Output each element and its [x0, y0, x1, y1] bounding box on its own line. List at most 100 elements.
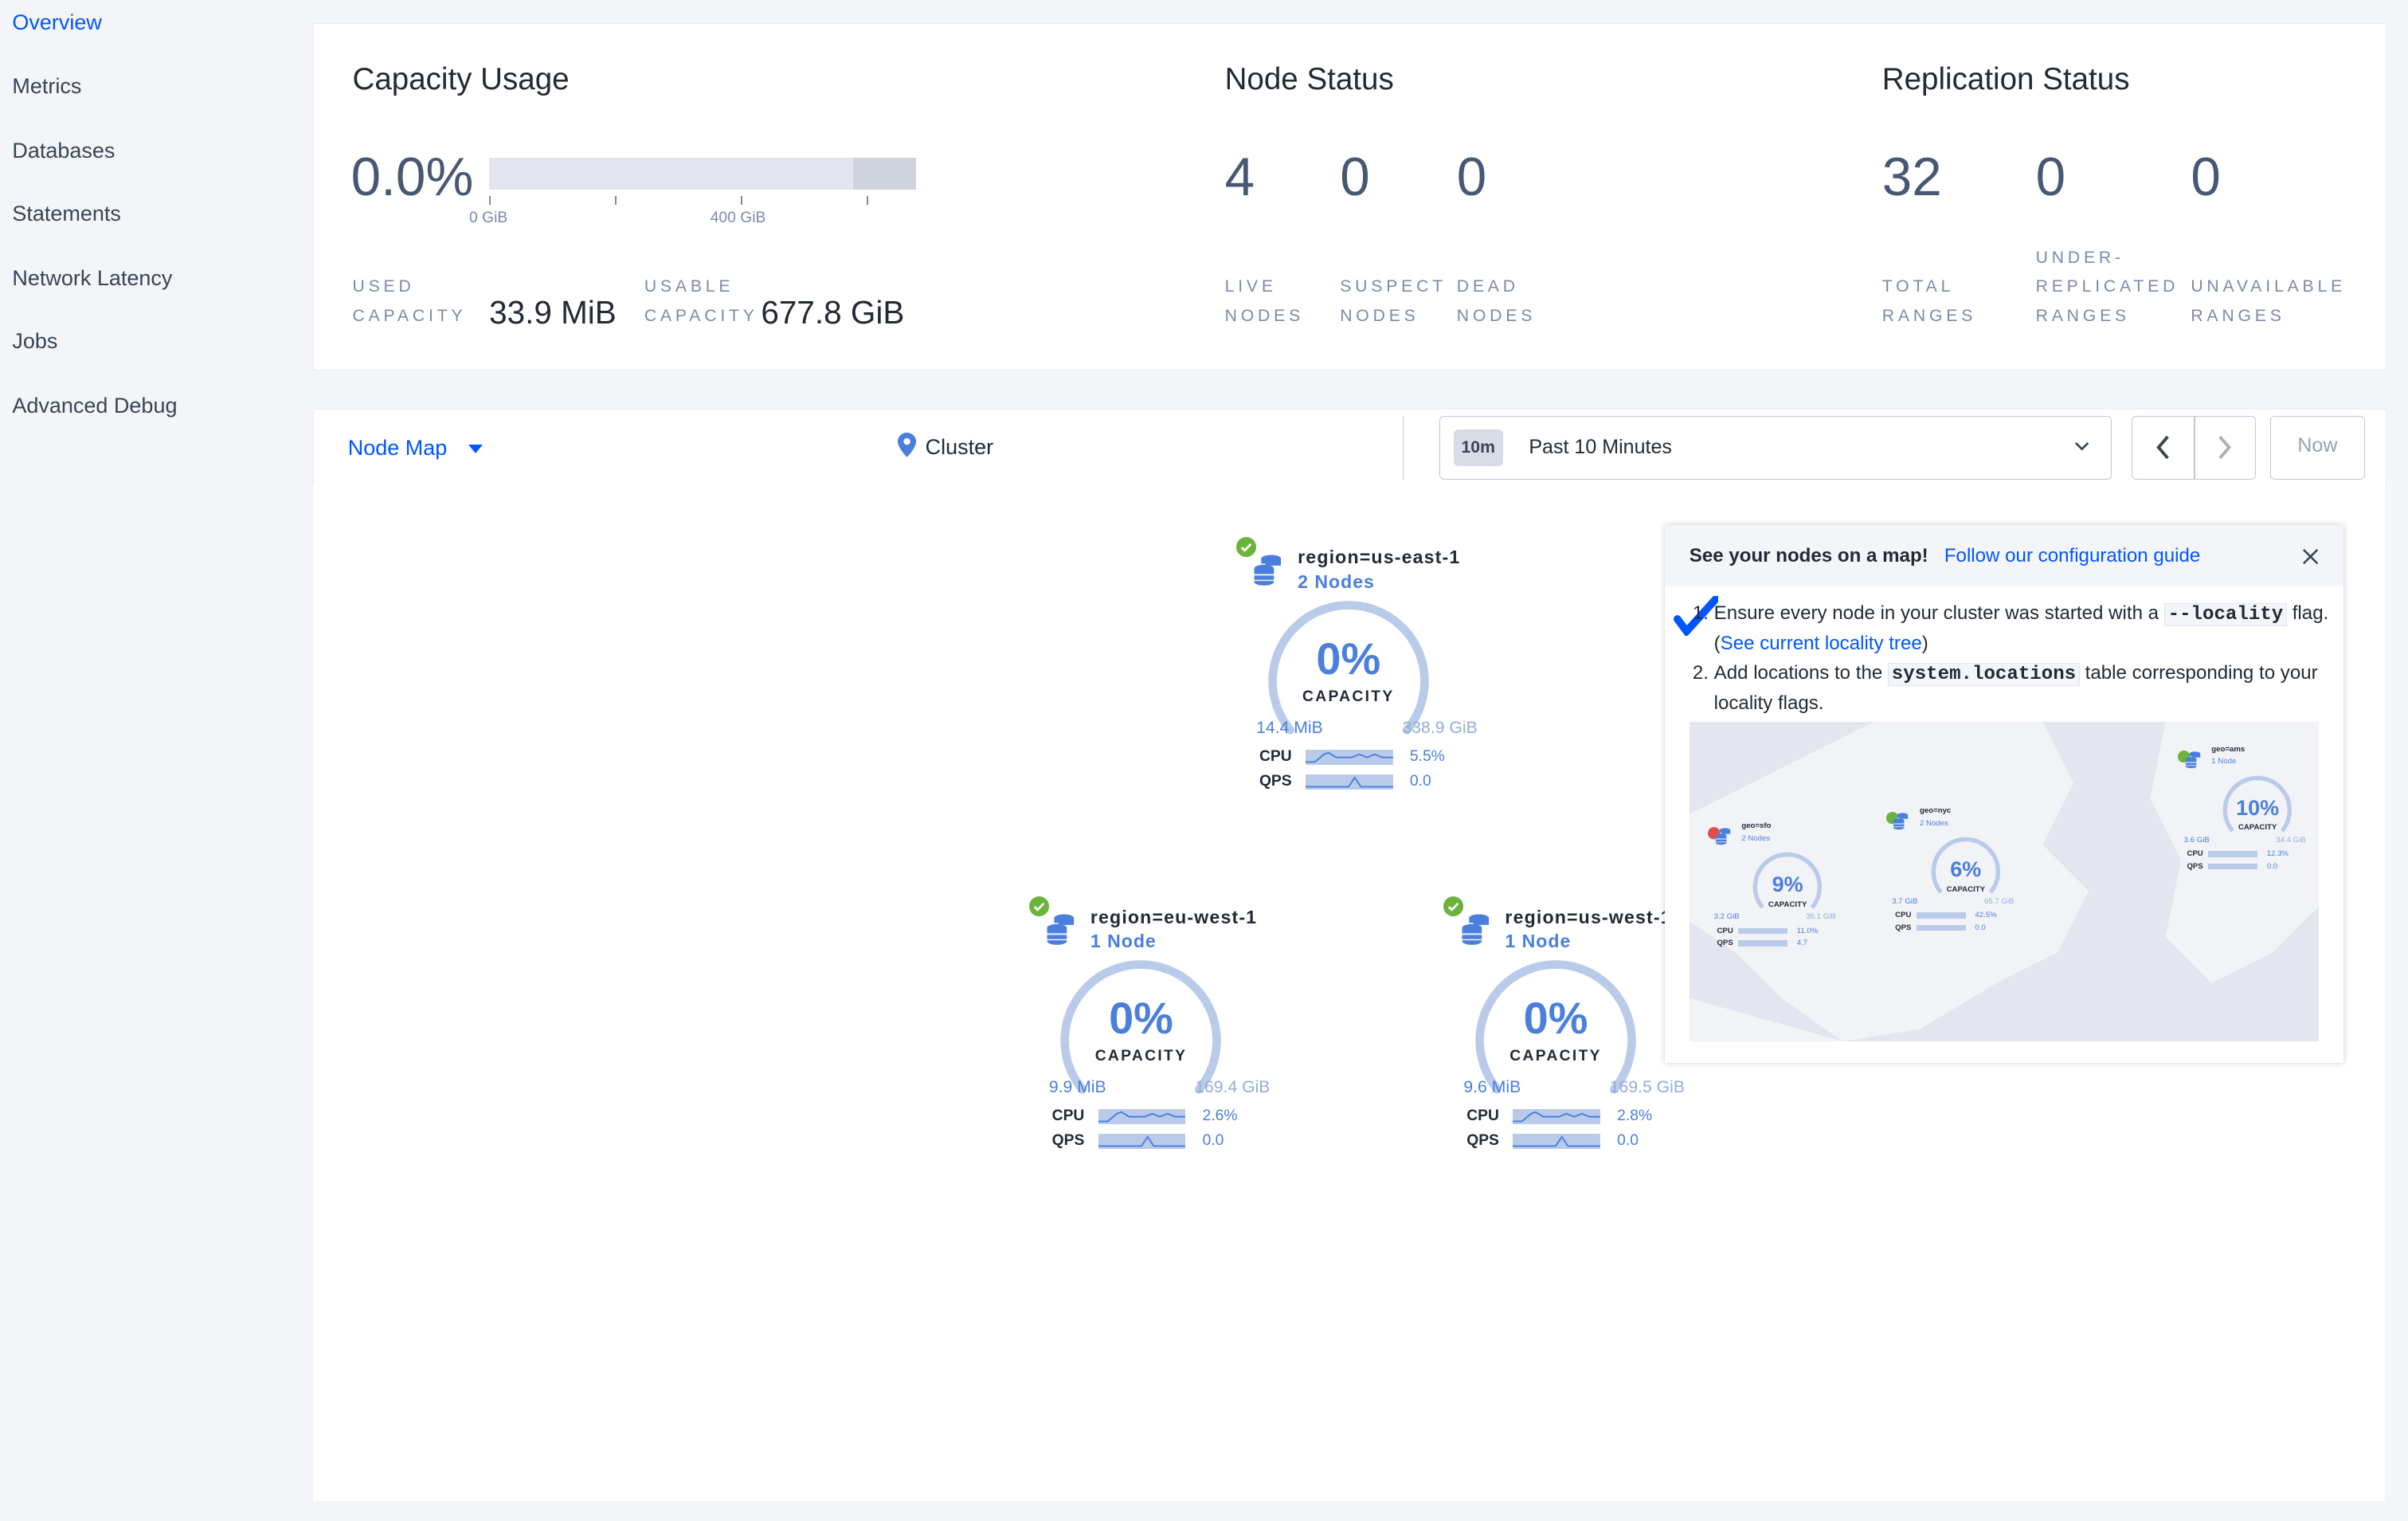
sidebar-item-jobs[interactable]: Jobs — [12, 329, 57, 354]
suspect-nodes-label: SUSPECT NODES — [1340, 272, 1447, 331]
label-line — [1882, 244, 1976, 273]
sparkline — [1098, 1133, 1186, 1150]
time-range-select[interactable]: 10m Past 10 Minutes — [1439, 416, 2112, 480]
label-line: USABLE — [644, 277, 734, 296]
label-line: RANGES — [2191, 306, 2285, 325]
sidebar-item-advanced-debug[interactable]: Advanced Debug — [12, 394, 177, 418]
capacity-title: Capacity Usage — [352, 62, 570, 97]
cluster-summary-card: Capacity Usage 0.0% 0 GiB 400 GiB USED CA… — [313, 22, 2387, 370]
sidebar-item-metrics[interactable]: Metrics — [12, 74, 81, 99]
locality-node-card[interactable]: region=eu-west-1 1 Node 0% CAPACITY 9.9 MiB 1… — [1028, 894, 1290, 1162]
sidebar-item-overview[interactable]: Overview — [12, 10, 101, 35]
preview-cpu-label: CPU — [1717, 926, 1733, 935]
step-2: Add locations to the system.locations ta… — [1714, 659, 2359, 717]
chevron-left-icon — [2156, 436, 2169, 460]
tick-label: 0 GiB — [469, 210, 508, 227]
close-icon[interactable] — [2302, 548, 2319, 565]
cpu-label: CPU — [1051, 1107, 1085, 1125]
live-nodes-label: LIVE NODES — [1225, 272, 1304, 331]
sidebar-item-network-latency[interactable]: Network Latency — [12, 266, 172, 291]
label-line: UNDER- — [2035, 248, 2124, 267]
database-icon — [1254, 555, 1282, 586]
previous-button[interactable] — [2132, 417, 2194, 478]
qps-value: 0.0 — [1409, 772, 1431, 790]
axis-tick — [615, 195, 617, 206]
preview-percent: 10% — [2236, 795, 2280, 820]
now-button[interactable]: Now — [2269, 416, 2366, 480]
chevron-right-icon — [2218, 436, 2232, 460]
preview-qps: 0.0 — [2266, 861, 2278, 871]
preview-capacity-label: CAPACITY — [2238, 823, 2277, 833]
cpu-value: 2.6% — [1202, 1107, 1238, 1125]
database-icon — [1715, 828, 1730, 845]
preview-sparkline — [2208, 863, 2258, 870]
step-1: Ensure every node in your cluster was st… — [1714, 599, 2359, 657]
chevron-down-icon — [2074, 442, 2089, 451]
step-text: Add locations to the — [1713, 662, 1888, 684]
preview-sparkline — [1738, 939, 1788, 947]
label-line: NODES — [1456, 306, 1537, 325]
label-line: NODES — [1340, 306, 1419, 325]
preview-count: 1 Node — [2211, 757, 2237, 766]
time-badge: 10m — [1453, 429, 1503, 467]
preview-node-card: geo=ams 1 Node 10% CAPACITY 3.6 GiB 34.4 GiB C… — [2177, 740, 2316, 894]
view-dropdown[interactable]: Node Map — [348, 436, 483, 461]
preview-used: 3.2 GiB — [1713, 912, 1740, 922]
popup-title: See your nodes on a map! — [1689, 545, 1928, 567]
divider — [1403, 415, 1405, 480]
locality-node-card[interactable]: region=us-east-1 2 Nodes 0% CAPACITY 14.4 Mi… — [1236, 535, 1498, 803]
breadcrumb-label: Cluster — [925, 434, 994, 459]
dead-nodes-label: DEAD NODES — [1457, 272, 1536, 331]
axis-tick — [867, 195, 869, 206]
node-status-title: Node Status — [1224, 62, 1394, 97]
preview-qps: 0.0 — [1975, 923, 1986, 932]
capacity-bar-reserved — [853, 157, 917, 190]
database-icon — [1047, 914, 1075, 946]
replication-status-title: Replication Status — [1881, 62, 2130, 97]
total-capacity: 338.9 GiB — [1402, 719, 1478, 738]
preview-sparkline — [1917, 912, 1966, 919]
preview-capacity-label: CAPACITY — [1946, 884, 1986, 894]
label-line: RANGES — [2035, 306, 2130, 325]
sparkline — [1098, 1109, 1186, 1125]
cpu-value: 5.5% — [1409, 747, 1445, 765]
preview-qps-label: QPS — [2187, 861, 2203, 871]
code-system-locations: system.locations — [1887, 663, 2080, 687]
unavailable-label: UNAVAILABLE RANGES — [2191, 244, 2346, 331]
preview-capacity-label: CAPACITY — [1768, 900, 1807, 909]
sidebar-item-statements[interactable]: Statements — [12, 202, 121, 226]
locality-tree-link[interactable]: See current locality tree — [1721, 633, 1922, 654]
preview-cpu: 11.0% — [1796, 926, 1819, 935]
capacity-label: CAPACITY — [1094, 1047, 1188, 1064]
location-pin-icon — [897, 432, 917, 457]
label-line: LIVE — [1224, 277, 1277, 296]
axis-tick — [741, 195, 743, 206]
label-line: USED — [352, 277, 415, 296]
node-count-link[interactable]: 2 Nodes — [1298, 571, 1375, 593]
preview-qps-label: QPS — [1717, 938, 1733, 947]
breadcrumb[interactable]: Cluster — [897, 432, 994, 460]
view-dropdown-label: Node Map — [347, 435, 448, 460]
preview-cpu-label: CPU — [2187, 849, 2203, 859]
preview-percent: 9% — [1772, 872, 1803, 897]
map-preview-image: geo=sfo 2 Nodes 9% CAPACITY 3.2 GiB 35.1 GiB C… — [1689, 722, 2320, 1042]
qps-value: 0.0 — [1202, 1131, 1224, 1149]
next-button[interactable] — [2195, 417, 2255, 478]
label-line: UNAVAILABLE — [2191, 277, 2347, 296]
node-count-link[interactable]: 1 Node — [1090, 931, 1157, 952]
usable-capacity-value: 677.8 GiB — [761, 294, 905, 331]
under-replicated-value: 0 — [2035, 147, 2066, 208]
setup-steps: Ensure every node in your cluster was st… — [1665, 599, 2359, 718]
total-capacity: 169.4 GiB — [1195, 1078, 1271, 1097]
caret-down-icon — [468, 444, 483, 453]
sidebar-item-databases[interactable]: Databases — [12, 139, 115, 163]
locality-title: region=eu-west-1 — [1090, 906, 1258, 927]
configuration-guide-link[interactable]: Follow our configuration guide — [1944, 545, 2200, 567]
preview-cpu: 42.5% — [1975, 911, 1997, 920]
preview-used: 3.6 GiB — [2183, 835, 2210, 845]
cpu-label: CPU — [1259, 747, 1292, 765]
used-capacity: 14.4 MiB — [1256, 719, 1323, 738]
capacity-percent: 0% — [1316, 633, 1381, 684]
node-count-link[interactable]: 1 Node — [1505, 931, 1571, 952]
preview-qps: 4.7 — [1796, 938, 1808, 947]
